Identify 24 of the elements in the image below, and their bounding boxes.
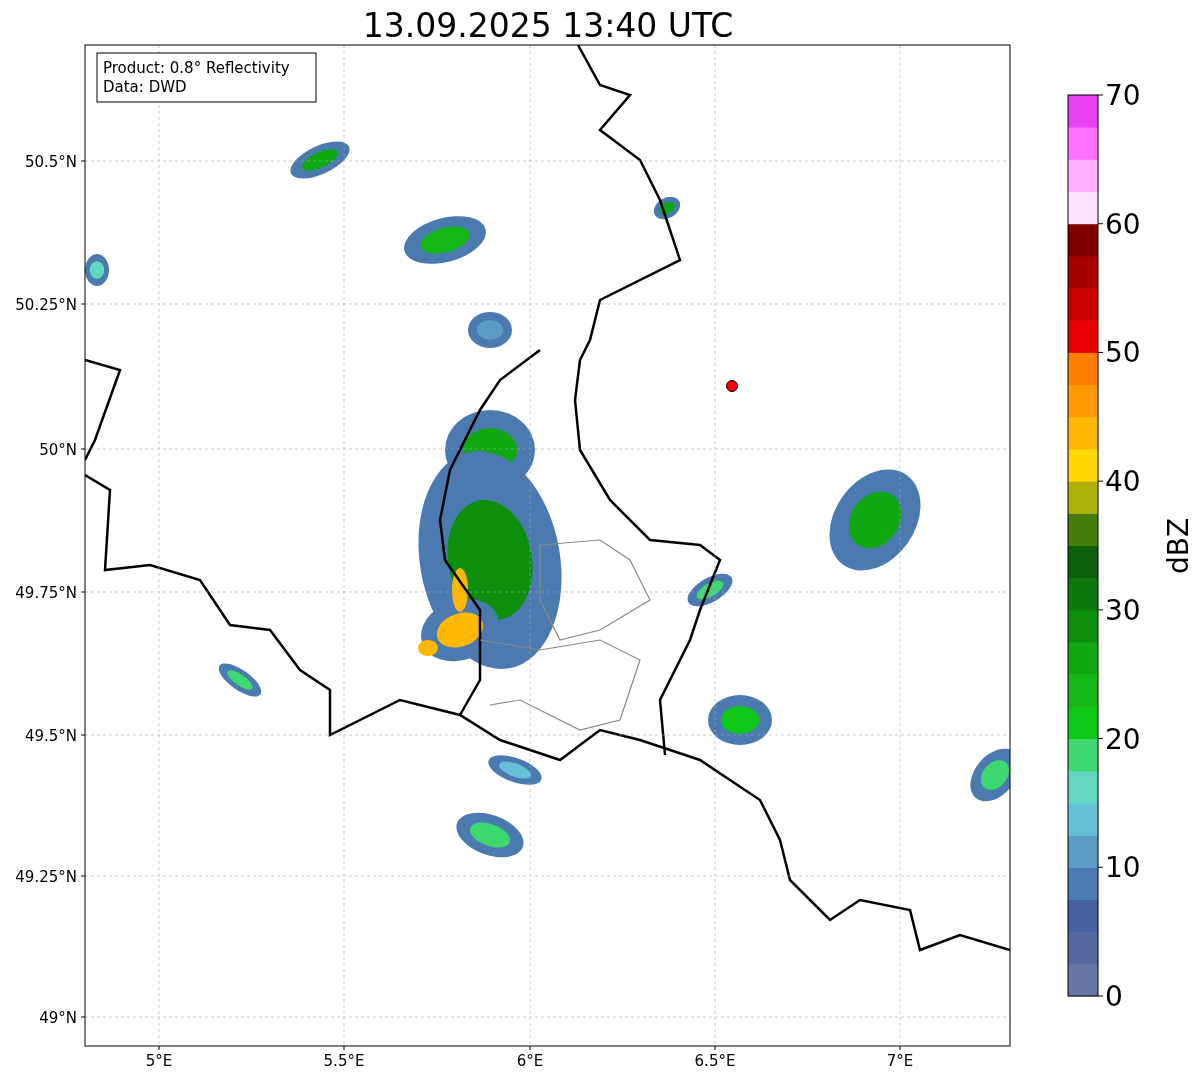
info-text: Data: DWD — [103, 78, 187, 96]
y-tick-label: 49.25°N — [15, 868, 77, 886]
y-tick-label: 50.5°N — [24, 153, 77, 171]
colorbar-tick-label: 60 — [1105, 207, 1141, 241]
colorbar-tick-label: 20 — [1105, 722, 1141, 756]
colorbar-tick-label: 10 — [1105, 851, 1141, 885]
info-text: Product: 0.8° Reflectivity — [103, 59, 290, 77]
y-tick-label: 49°N — [39, 1009, 77, 1027]
x-tick-label: 6.5°E — [694, 1052, 736, 1070]
colorbar-tick-label: 50 — [1105, 336, 1141, 370]
x-tick-label: 5°E — [145, 1052, 173, 1070]
colorbar-tick-label: 30 — [1105, 593, 1141, 627]
chart-title: 13.09.2025 13:40 UTC — [362, 6, 734, 45]
y-tick-label: 50.25°N — [15, 296, 77, 314]
colorbar-label: dBZ — [1162, 517, 1195, 575]
colorbar-tick-label: 70 — [1105, 79, 1141, 112]
y-tick-label: 49.75°N — [15, 584, 77, 602]
x-tick-label: 5.5°E — [323, 1052, 365, 1070]
colorbar-tick-label: 0 — [1105, 980, 1123, 1013]
y-tick-label: 50°N — [39, 441, 77, 459]
colorbar-tick-label: 40 — [1105, 465, 1141, 499]
y-tick-label: 49.5°N — [24, 727, 77, 745]
x-tick-label: 6°E — [516, 1052, 544, 1070]
x-tick-label: 7°E — [886, 1052, 914, 1070]
